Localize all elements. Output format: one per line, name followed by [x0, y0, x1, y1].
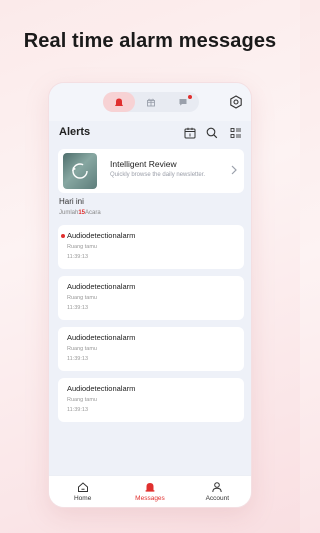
segment-alarms[interactable] [103, 92, 135, 112]
segment-control [103, 92, 199, 112]
alert-time: 11:39:13 [67, 407, 89, 413]
tab-home-label: Home [73, 495, 92, 502]
search-icon[interactable] [205, 126, 219, 140]
alert-time: 11:39:13 [67, 254, 89, 260]
phone-screen: Alerts Intelligent Review Quickly browse… [48, 82, 252, 508]
segment-chat[interactable] [167, 92, 199, 112]
bottom-tab-bar: Home Messages Account [49, 475, 251, 507]
review-title: Intelligent Review [110, 159, 177, 169]
alert-title: Audiodetectionalarm [67, 282, 136, 291]
review-thumbnail [63, 153, 97, 189]
tab-account-label: Account [205, 495, 230, 502]
intelligent-review-card[interactable]: Intelligent Review Quickly browse the da… [58, 149, 244, 193]
alarm-bell-icon [145, 483, 155, 492]
section-today: Hari ini [59, 197, 84, 206]
alert-location: Ruang tamu [67, 346, 97, 352]
alert-title: Audiodetectionalarm [67, 333, 136, 342]
gear-icon[interactable] [229, 95, 243, 109]
alert-time: 11:39:13 [67, 356, 89, 362]
alert-card[interactable]: Audiodetectionalarm Ruang tamu 11:39:13 [58, 225, 244, 269]
chevron-right-icon [231, 165, 237, 175]
person-icon [212, 482, 223, 493]
alert-time: 11:39:13 [67, 305, 89, 311]
tab-home[interactable]: Home [49, 476, 116, 507]
tab-account[interactable]: Account [184, 476, 251, 507]
segment-gifts[interactable] [135, 92, 167, 112]
unread-badge [188, 95, 192, 99]
gift-icon [147, 98, 155, 107]
alerts-header: Alerts [49, 121, 251, 145]
alert-location: Ruang tamu [67, 244, 97, 250]
alert-card[interactable]: Audiodetectionalarm Ruang tamu 11:39:13 [58, 327, 244, 371]
top-bar [49, 83, 251, 121]
filter-list-icon[interactable] [229, 126, 243, 140]
replay-icon [72, 163, 88, 179]
review-subtitle: Quickly browse the daily newsletter. [110, 172, 206, 178]
alarm-bell-icon [115, 98, 123, 106]
alert-title: Audiodetectionalarm [67, 231, 136, 240]
headline: Real time alarm messages [23, 30, 277, 52]
chat-bubble-icon [179, 99, 187, 106]
alert-title: Audiodetectionalarm [67, 384, 136, 393]
calendar-icon[interactable] [183, 126, 197, 140]
page-title: Alerts [59, 126, 91, 138]
home-icon [77, 482, 88, 492]
alert-location: Ruang tamu [67, 397, 97, 403]
unread-dot [61, 234, 65, 238]
alert-card[interactable]: Audiodetectionalarm Ruang tamu 11:39:13 [58, 276, 244, 320]
alert-location: Ruang tamu [67, 295, 97, 301]
tab-messages-label: Messages [135, 495, 165, 502]
tab-messages[interactable]: Messages [116, 476, 183, 507]
alert-card[interactable]: Audiodetectionalarm Ruang tamu 11:39:13 [58, 378, 244, 422]
event-count: Jumlah15Acara [59, 210, 101, 216]
count-suffix: Acara [85, 210, 101, 216]
count-prefix: Jumlah [59, 210, 79, 216]
